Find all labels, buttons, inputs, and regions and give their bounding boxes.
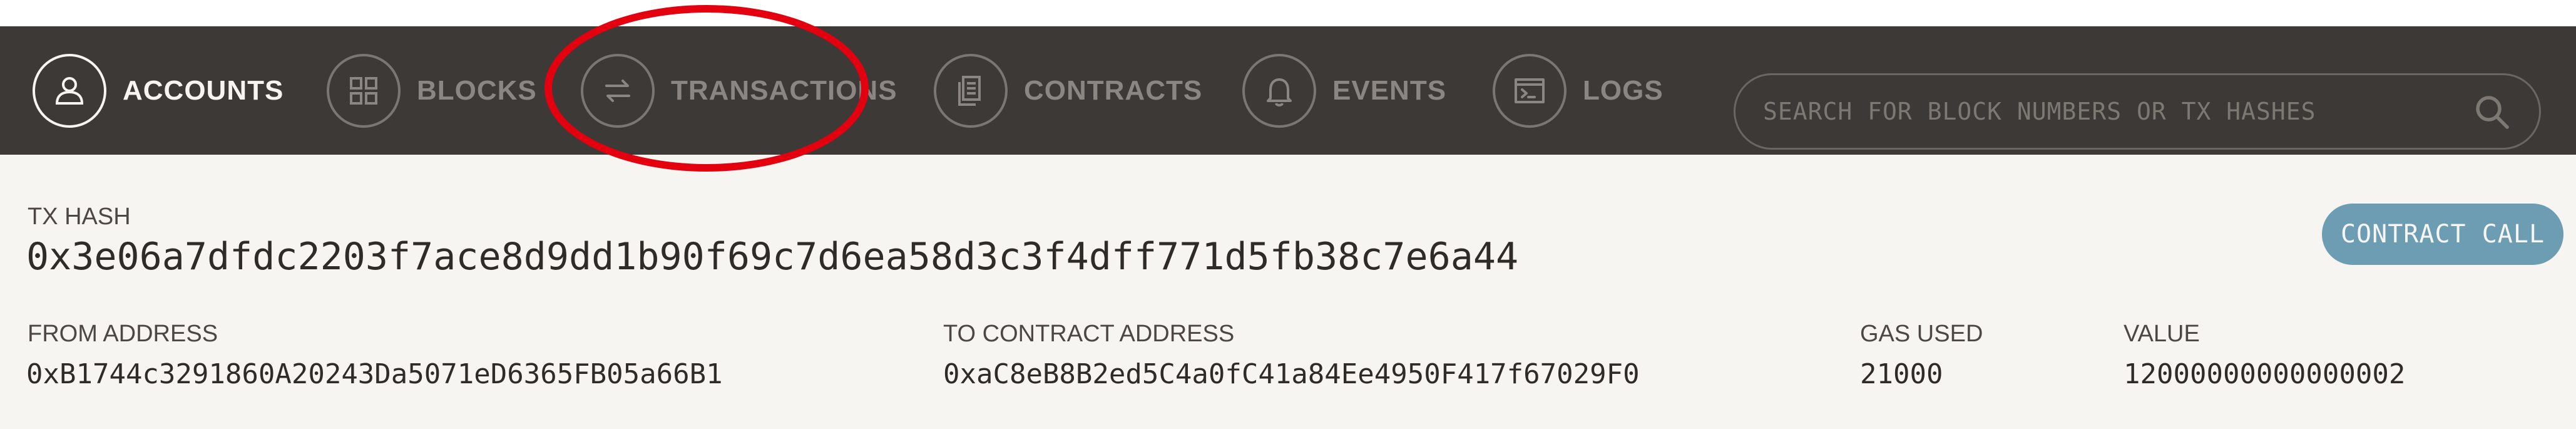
bell-icon bbox=[1242, 53, 1316, 128]
nav-label-contracts: CONTRACTS bbox=[1024, 75, 1203, 106]
top-nav: ACCOUNTS BLOCKS TRANSACTIONS CONTRACTS E… bbox=[0, 26, 2576, 155]
nav-item-accounts[interactable]: ACCOUNTS bbox=[33, 26, 284, 155]
value-value: 12000000000000002 bbox=[2124, 358, 2406, 390]
search-icon[interactable] bbox=[2470, 90, 2514, 134]
account-icon bbox=[33, 53, 106, 128]
highlight-ellipse bbox=[544, 5, 869, 172]
blocks-icon bbox=[327, 53, 401, 128]
to-contract-address-label: TO CONTRACT ADDRESS bbox=[943, 321, 1235, 347]
nav-item-logs[interactable]: LOGS bbox=[1493, 26, 1664, 155]
search-input[interactable] bbox=[1762, 97, 2453, 126]
tx-hash-label: TX HASH bbox=[28, 204, 131, 230]
top-strip bbox=[0, 0, 2576, 26]
gas-used-label: GAS USED bbox=[1860, 321, 1983, 347]
from-address-value: 0xB1744c3291860A20243Da5071eD6365FB05a66… bbox=[26, 358, 723, 390]
tx-hash-value: 0x3e06a7dfdc2203f7ace8d9dd1b90f69c7d6ea5… bbox=[26, 235, 1519, 279]
transaction-detail: TX HASH 0x3e06a7dfdc2203f7ace8d9dd1b90f6… bbox=[0, 155, 2576, 429]
from-address-label: FROM ADDRESS bbox=[28, 321, 218, 347]
logs-icon bbox=[1493, 53, 1567, 128]
search-bar bbox=[1734, 73, 2541, 150]
ganache-window: ACCOUNTS BLOCKS TRANSACTIONS CONTRACTS E… bbox=[0, 0, 2576, 429]
contract-call-badge: CONTRACT CALL bbox=[2322, 204, 2563, 265]
contracts-icon bbox=[934, 53, 1008, 128]
nav-label-logs: LOGS bbox=[1583, 75, 1664, 106]
gas-used-value: 21000 bbox=[1860, 358, 1943, 390]
to-contract-address-value: 0xaC8eB8B2ed5C4a0fC41a84Ee4950F417f67029… bbox=[943, 358, 1640, 390]
nav-label-events: EVENTS bbox=[1332, 75, 1447, 106]
value-label: VALUE bbox=[2124, 321, 2200, 347]
nav-label-blocks: BLOCKS bbox=[417, 75, 537, 106]
nav-label-accounts: ACCOUNTS bbox=[123, 75, 284, 106]
nav-item-events[interactable]: EVENTS bbox=[1242, 26, 1446, 155]
nav-item-contracts[interactable]: CONTRACTS bbox=[934, 26, 1202, 155]
nav-item-blocks[interactable]: BLOCKS bbox=[327, 26, 537, 155]
